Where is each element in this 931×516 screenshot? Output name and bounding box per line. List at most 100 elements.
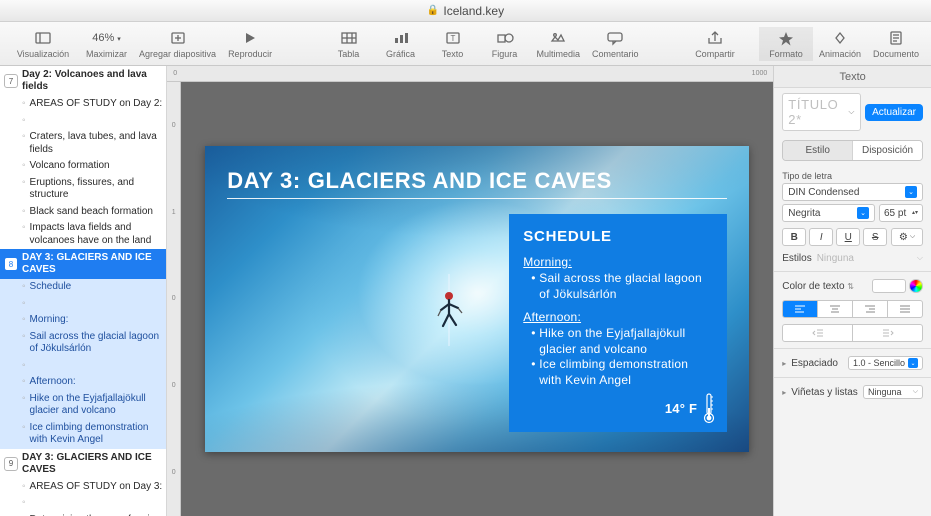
tab-style[interactable]: Estilo [783, 141, 852, 160]
outline-bullet[interactable] [0, 358, 166, 375]
outline-bullet[interactable] [0, 296, 166, 313]
schedule-box[interactable]: SCHEDULE Morning: Sail across the glacia… [509, 214, 727, 432]
format-button[interactable]: Formato [759, 27, 813, 61]
font-options-button[interactable]: ⚙⌵ [891, 228, 923, 246]
outline-bullet[interactable] [0, 495, 166, 512]
slide-title-text: Day 2: Volcanoes and lava fields [22, 69, 160, 93]
outdent-button[interactable] [782, 324, 853, 342]
slide-title-text: DAY 3: GLACIERS AND ICE CAVES [22, 452, 160, 476]
update-style-button[interactable]: Actualizar [865, 104, 923, 121]
outline-bullet[interactable]: AREAS OF STUDY on Day 3: [0, 479, 166, 496]
play-button[interactable]: Reproducir [222, 27, 278, 61]
schedule-item: Hike on the Eyjafjallajökull glacier and… [531, 326, 713, 357]
share-button[interactable]: Compartir [689, 27, 741, 61]
animate-button[interactable]: Animación [813, 27, 867, 61]
bullets-select[interactable]: Ninguna⌵ [863, 385, 923, 399]
slide-number: 8 [4, 257, 18, 271]
add-slide-icon [169, 29, 187, 47]
paragraph-style-select[interactable]: TÍTULO 2* ⌵ [782, 93, 861, 131]
italic-button[interactable]: I [809, 228, 833, 246]
media-icon [549, 29, 567, 47]
outline-bullet[interactable]: Impacts lava fields and volcanoes have o… [0, 220, 166, 249]
underline-button[interactable]: U [836, 228, 860, 246]
temperature-widget: 14° F [665, 392, 715, 424]
format-icon [777, 29, 795, 47]
slide-canvas[interactable]: 01000 01000 DAY 3: GLACIERS AND ICE CAVE… [167, 66, 773, 516]
format-inspector: Texto TÍTULO 2* ⌵ Actualizar Estilo Disp… [773, 66, 931, 516]
outline-bullet[interactable]: Ice climbing demonstration with Kevin An… [0, 420, 166, 449]
table-button[interactable]: Tabla [323, 27, 375, 61]
char-styles-label: Estilos [782, 253, 811, 264]
view-button[interactable]: Visualización [6, 27, 80, 61]
schedule-heading: SCHEDULE [523, 228, 713, 245]
font-weight-select[interactable]: Negrita⌄ [782, 204, 875, 222]
indent-button[interactable] [853, 324, 923, 342]
outline-bullet[interactable]: Craters, lava tubes, and lava fields [0, 129, 166, 158]
chart-button[interactable]: Gráfica [375, 27, 427, 61]
window-titlebar: 🔒 Iceland.key [0, 0, 931, 22]
animate-icon [831, 29, 849, 47]
bold-button[interactable]: B [782, 228, 806, 246]
stepper-arrows[interactable]: ▴▾ [912, 211, 918, 216]
outline-bullet[interactable] [0, 113, 166, 130]
slide-title[interactable]: DAY 3: GLACIERS AND ICE CAVES [227, 168, 612, 194]
outline-bullet[interactable]: Volcano formation [0, 158, 166, 175]
outline-slide-7[interactable]: 7 Day 2: Volcanoes and lava fields [0, 66, 166, 96]
indent-group [774, 321, 931, 345]
disclosure-bullets[interactable]: ▸ [782, 388, 786, 397]
outline-bullet[interactable]: Afternoon: [0, 374, 166, 391]
align-center-button[interactable] [818, 300, 853, 318]
spacing-select[interactable]: 1.0 - Sencillo⌄ [848, 356, 923, 370]
text-color-label: Color de texto [782, 281, 844, 292]
outline-bullet[interactable]: Sail across the glacial lagoon of Jökuls… [0, 329, 166, 358]
zoom-button[interactable]: 46% ▾Maximizar [80, 27, 133, 61]
inspector-tabs: Estilo Disposición [782, 140, 923, 161]
add-slide-button[interactable]: Agregar diapositiva [133, 27, 222, 61]
chevron-down-icon: ⌵ [848, 107, 855, 117]
outline-bullet[interactable]: Black sand beach formation [0, 204, 166, 221]
text-button[interactable]: TTexto [427, 27, 479, 61]
slide-number: 7 [4, 74, 18, 88]
text-color-swatch[interactable] [872, 279, 906, 293]
font-section-label: Tipo de letra [774, 165, 931, 183]
chart-icon [392, 29, 410, 47]
document-filename: Iceland.key [443, 4, 504, 18]
outline-bullet[interactable]: Determining the age of an ice cave [0, 512, 166, 516]
align-right-button[interactable] [853, 300, 888, 318]
schedule-item: Ice climbing demonstration with Kevin An… [531, 357, 713, 388]
outline-slide-8[interactable]: 8 DAY 3: GLACIERS AND ICE CAVES [0, 249, 166, 279]
outline-bullet[interactable]: AREAS OF STUDY on Day 2: [0, 96, 166, 113]
chevron-down-icon: ⌵ [917, 253, 923, 264]
document-button[interactable]: Documento [867, 27, 925, 61]
media-button[interactable]: Multimedia [531, 27, 587, 61]
slide-title-text: DAY 3: GLACIERS AND ICE CAVES [22, 252, 160, 276]
zoom-icon: 46% ▾ [92, 29, 121, 47]
shape-button[interactable]: Figura [479, 27, 531, 61]
spacing-label: Espaciado [791, 358, 843, 369]
align-left-button[interactable] [782, 300, 818, 318]
lock-icon: 🔒 [427, 5, 439, 16]
outline-bullet[interactable]: Hike on the Eyjafjallajökull glacier and… [0, 391, 166, 420]
color-picker-button[interactable] [909, 279, 923, 293]
slide-preview[interactable]: DAY 3: GLACIERS AND ICE CAVES SCHEDULE M… [205, 146, 749, 452]
comment-button[interactable]: Comentario [586, 27, 645, 61]
outline-bullet[interactable]: Schedule [0, 279, 166, 296]
gear-icon: ⚙ [899, 232, 908, 243]
outline-sidebar[interactable]: 7 Day 2: Volcanoes and lava fields AREAS O… [0, 66, 167, 516]
char-styles-select[interactable]: Ninguna⌵ [817, 253, 923, 264]
chevron-down-icon: ⌄ [905, 186, 917, 198]
chevron-updown-icon[interactable]: ⇅ [847, 282, 854, 291]
strikethrough-button[interactable]: S [863, 228, 887, 246]
afternoon-label: Afternoon: [523, 310, 713, 324]
font-family-select[interactable]: DIN Condensed⌄ [782, 183, 923, 201]
disclosure-spacing[interactable]: ▸ [782, 359, 786, 368]
chevron-down-icon: ⌄ [857, 207, 869, 219]
schedule-item: Sail across the glacial lagoon of Jökuls… [531, 271, 713, 302]
align-justify-button[interactable] [888, 300, 923, 318]
outline-slide-9[interactable]: 9DAY 3: GLACIERS AND ICE CAVES [0, 449, 166, 479]
ruler-vertical: 01000 [167, 82, 181, 516]
font-size-stepper[interactable]: 65 pt▴▾ [879, 204, 923, 222]
outline-bullet[interactable]: Morning: [0, 312, 166, 329]
outline-bullet[interactable]: Eruptions, fissures, and structure [0, 175, 166, 204]
tab-layout[interactable]: Disposición [852, 141, 922, 160]
